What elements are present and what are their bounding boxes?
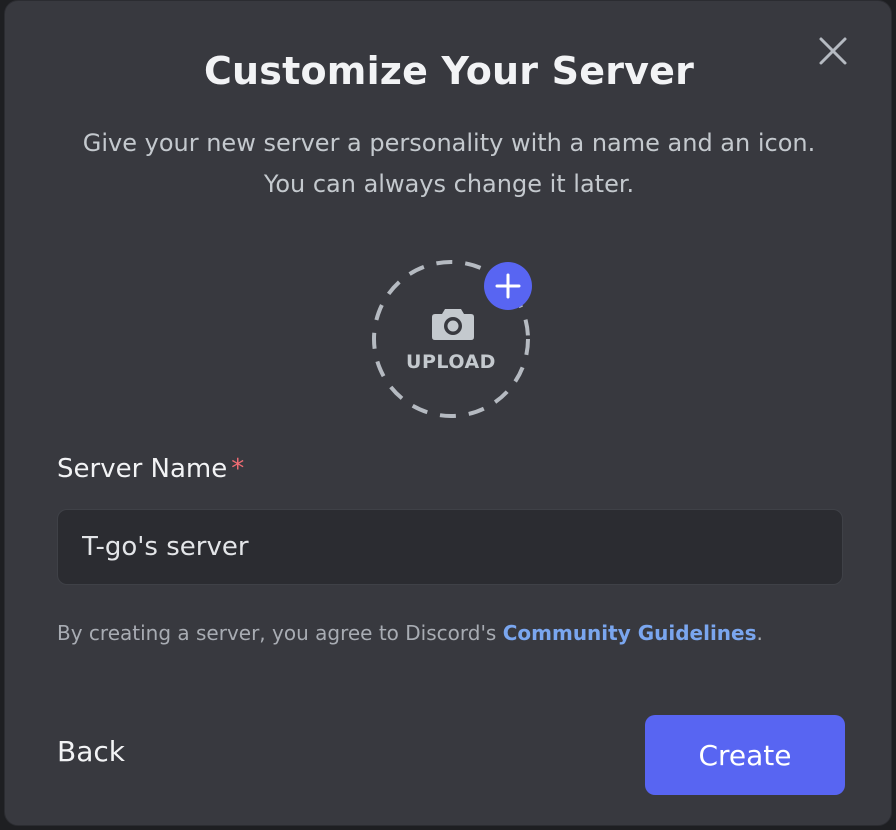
server-name-input[interactable] <box>58 510 842 584</box>
upload-label: UPLOAD <box>406 351 496 373</box>
create-button[interactable]: Create <box>645 715 845 795</box>
terms-notice: By creating a server, you agree to Disco… <box>57 621 763 645</box>
terms-prefix: By creating a server, you agree to Disco… <box>57 621 503 645</box>
terms-suffix: . <box>756 621 763 645</box>
server-name-label-text: Server Name <box>57 454 228 484</box>
community-guidelines-link[interactable]: Community Guidelines <box>503 621 757 645</box>
plus-icon <box>484 262 532 310</box>
camera-icon <box>432 309 474 340</box>
dialog-subtitle: Give your new server a personality with … <box>82 129 816 198</box>
customize-server-dialog: Customize Your Server Give your new serv… <box>4 0 892 826</box>
dialog-title: Customize Your Server <box>203 49 695 93</box>
back-button[interactable]: Back <box>57 735 125 768</box>
upload-icon-button[interactable]: UPLOAD <box>371 259 535 419</box>
server-name-field <box>57 509 843 585</box>
server-name-label: Server Name * <box>57 454 244 484</box>
required-marker: * <box>231 454 245 484</box>
